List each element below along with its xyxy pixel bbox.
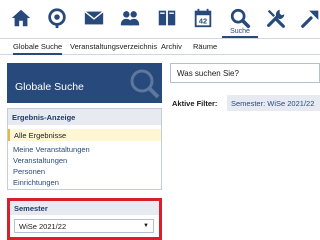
- subnav-archive[interactable]: Archiv: [161, 42, 182, 51]
- calendar-day-label: 42: [199, 17, 207, 26]
- semester-title: Semester: [10, 201, 159, 215]
- semester-select-value: WiSe 2021/22: [19, 222, 67, 231]
- result-filter-persons[interactable]: Personen: [13, 167, 45, 176]
- nav-active-label: Suche: [230, 28, 250, 35]
- result-filter-all[interactable]: Alle Ergebnisse: [8, 129, 161, 141]
- semester-widget: Semester WiSe 2021/22 ▼: [7, 198, 162, 240]
- main-navigation: 42 Suche: [0, 0, 320, 38]
- community-icon[interactable]: [117, 6, 143, 30]
- calendar-icon[interactable]: 42: [190, 6, 216, 30]
- sidebar-header-decoration: [130, 69, 160, 99]
- active-filters-label: Aktive Filter:: [172, 99, 218, 108]
- subnav-global-search[interactable]: Globale Suche: [13, 42, 63, 55]
- result-display-widget: Ergebnis-Anzeige Alle Ergebnisse Meine V…: [7, 108, 162, 190]
- result-filter-my-courses[interactable]: Meine Veranstaltungen: [13, 145, 90, 154]
- search-input[interactable]: [170, 63, 320, 83]
- search-icon[interactable]: [227, 6, 253, 30]
- result-filter-institutes[interactable]: Einrichtungen: [13, 178, 59, 187]
- files-icon[interactable]: [154, 6, 180, 30]
- tools-icon[interactable]: [263, 6, 289, 30]
- home-icon[interactable]: [8, 6, 34, 30]
- sidebar-header: Globale Suche: [7, 63, 162, 103]
- sub-navigation: Globale Suche Veranstaltungsverzeichnis …: [0, 38, 320, 55]
- chevron-down-icon: ▼: [143, 223, 149, 229]
- subnav-course-directory[interactable]: Veranstaltungsverzeichnis: [70, 42, 157, 51]
- active-filter-chip[interactable]: Semester: WiSe 2021/22: [227, 95, 320, 111]
- result-filter-courses[interactable]: Veranstaltungen: [13, 156, 67, 165]
- admin-icon[interactable]: [298, 6, 320, 30]
- sidebar-header-title: Globale Suche: [15, 81, 84, 93]
- subnav-rooms[interactable]: Räume: [193, 42, 217, 51]
- result-display-title: Ergebnis-Anzeige: [8, 109, 161, 125]
- activity-icon[interactable]: [44, 6, 70, 30]
- mail-icon[interactable]: [81, 6, 107, 30]
- semester-select[interactable]: WiSe 2021/22 ▼: [14, 219, 154, 233]
